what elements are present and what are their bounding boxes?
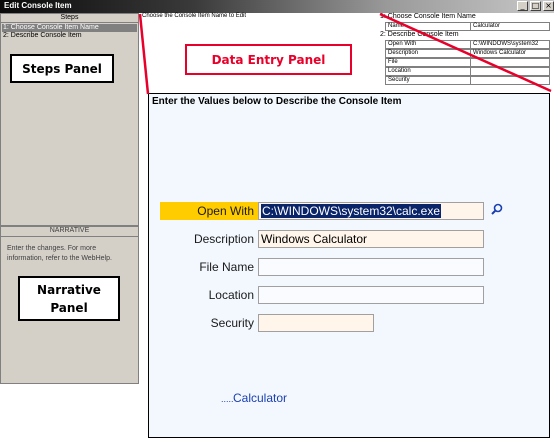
callout-leader-lines <box>138 12 552 95</box>
